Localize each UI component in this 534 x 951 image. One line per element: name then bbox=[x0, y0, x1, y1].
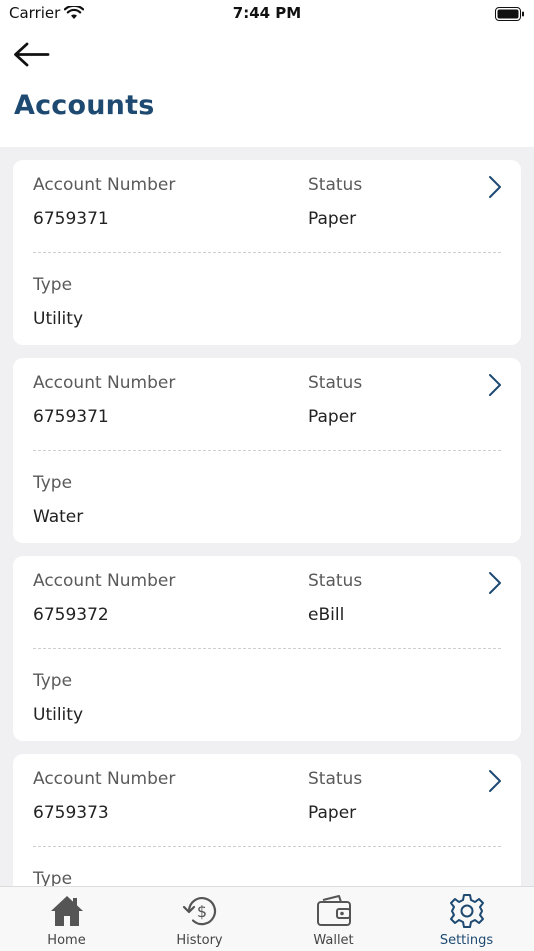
status-value: Paper bbox=[308, 407, 357, 427]
back-arrow-icon[interactable] bbox=[12, 40, 52, 70]
wallet-icon bbox=[316, 895, 351, 926]
tab-label-settings: Settings bbox=[439, 933, 494, 948]
account-number-value: 6759371 bbox=[33, 407, 109, 427]
battery-icon bbox=[495, 6, 525, 25]
divider bbox=[33, 648, 501, 649]
type-value: Utility bbox=[33, 309, 84, 329]
svg-text:$: $ bbox=[196, 902, 206, 921]
home-icon bbox=[50, 896, 83, 926]
type-label: Type bbox=[33, 869, 73, 886]
type-value: Utility bbox=[33, 705, 84, 725]
status-value: Paper bbox=[308, 209, 357, 229]
tab-bar: Home $ History Wallet Settings bbox=[0, 886, 534, 951]
account-number-label: Account Number bbox=[33, 769, 176, 789]
account-card[interactable]: Account Number 6759371 Status Paper Type… bbox=[13, 358, 521, 543]
account-number-value: 6759372 bbox=[33, 605, 109, 625]
tab-label-history: History bbox=[176, 933, 223, 948]
chevron-right-icon[interactable] bbox=[487, 174, 503, 200]
type-label: Type bbox=[33, 473, 73, 493]
status-value: Paper bbox=[308, 803, 357, 823]
account-number-value: 6759373 bbox=[33, 803, 109, 823]
tab-label-wallet: Wallet bbox=[313, 933, 354, 948]
status-bar: Carrier 7:44 PM bbox=[0, 0, 534, 28]
status-label: Status bbox=[308, 769, 363, 789]
tab-home[interactable]: Home bbox=[0, 887, 133, 951]
clock-time: 7:44 PM bbox=[232, 4, 302, 22]
history-icon: $ bbox=[182, 897, 216, 926]
page-title: Accounts bbox=[14, 90, 155, 121]
status-value: eBill bbox=[308, 605, 345, 625]
divider bbox=[33, 450, 501, 451]
tab-label-home: Home bbox=[47, 933, 86, 948]
divider bbox=[33, 846, 501, 847]
tab-wallet[interactable]: Wallet bbox=[267, 887, 400, 951]
divider bbox=[33, 252, 501, 253]
chevron-right-icon[interactable] bbox=[487, 570, 503, 596]
chevron-right-icon[interactable] bbox=[487, 372, 503, 398]
header: Accounts bbox=[0, 28, 534, 147]
tab-settings[interactable]: Settings bbox=[400, 887, 533, 951]
type-label: Type bbox=[33, 275, 73, 295]
gear-icon bbox=[449, 894, 484, 928]
account-card[interactable]: Account Number 6759372 Status eBill Type… bbox=[13, 556, 521, 741]
account-card[interactable]: Account Number 6759373 Status Paper Type bbox=[13, 754, 521, 886]
type-label: Type bbox=[33, 671, 73, 691]
account-number-value: 6759371 bbox=[33, 209, 109, 229]
status-label: Status bbox=[308, 373, 363, 393]
account-number-label: Account Number bbox=[33, 373, 176, 393]
account-card[interactable]: Account Number 6759371 Status Paper Type… bbox=[13, 160, 521, 345]
accounts-list[interactable]: Account Number 6759371 Status Paper Type… bbox=[0, 147, 534, 886]
chevron-right-icon[interactable] bbox=[487, 768, 503, 794]
status-label: Status bbox=[308, 571, 363, 591]
status-label: Status bbox=[308, 175, 363, 195]
account-number-label: Account Number bbox=[33, 175, 176, 195]
tab-history[interactable]: $ History bbox=[133, 887, 266, 951]
type-value: Water bbox=[33, 507, 84, 527]
account-number-label: Account Number bbox=[33, 571, 176, 591]
